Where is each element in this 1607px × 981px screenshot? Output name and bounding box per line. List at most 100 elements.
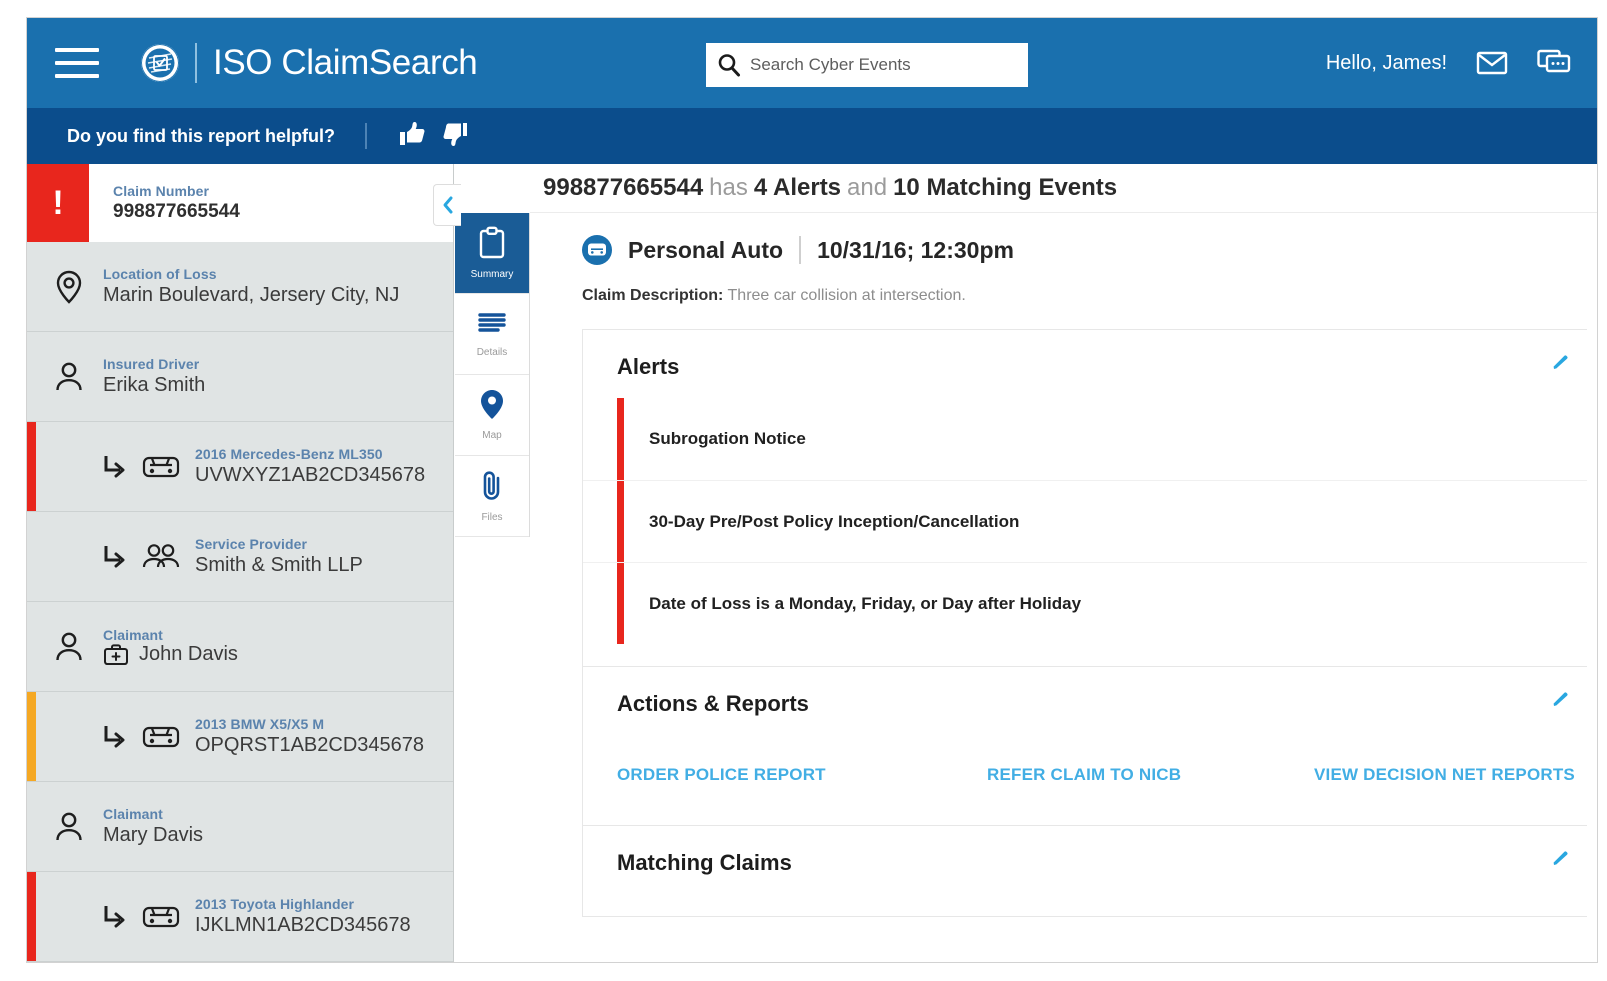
person-icon	[49, 361, 89, 393]
subitem-arrow-icon	[101, 543, 135, 571]
section-tab-rail: Summary Details Map	[455, 213, 530, 537]
thumbs-down-icon[interactable]	[441, 120, 471, 153]
tab-label: Map	[482, 430, 501, 441]
claim-description: Claim Description: Three car collision a…	[582, 287, 1587, 305]
chevron-left-icon	[441, 195, 455, 215]
headline-and: and	[847, 174, 887, 202]
person-icon	[49, 811, 89, 843]
alert-text: Date of Loss is a Monday, Friday, or Day…	[649, 594, 1081, 614]
claim-number-header[interactable]: ! Claim Number 998877665544	[27, 164, 453, 242]
subitem-arrow-icon	[101, 453, 135, 481]
row-stripe	[27, 782, 36, 871]
sidebar-row-vehicle-mercedes[interactable]: 2016 Mercedes-Benz ML350 UVWXYZ1AB2CD345…	[27, 422, 453, 512]
matching-claims-card-title: Matching Claims	[617, 850, 792, 876]
subitem-arrow-icon	[101, 723, 135, 751]
claim-description-label: Claim Description:	[582, 287, 723, 304]
feedback-divider	[365, 123, 367, 149]
sidebar-collapse-button[interactable]	[433, 184, 461, 226]
row-label: 2013 Toyota Highlander	[195, 896, 443, 912]
tab-map[interactable]: Map	[455, 375, 529, 456]
sidebar-row-vehicle-toyota[interactable]: 2013 Toyota Highlander IJKLMN1AB2CD34567…	[27, 872, 453, 962]
claim-headline: 998877665544 has 4 Alerts and 10 Matchin…	[530, 164, 1597, 213]
headline-alerts-count: 4 Alerts	[754, 174, 841, 202]
actions-links-row: ORDER POLICE REPORT REFER CLAIM TO NICB …	[583, 735, 1587, 825]
alerts-card: Alerts Subrogation Notice	[582, 329, 1587, 667]
main-content: 998877665544 has 4 Alerts and 10 Matchin…	[530, 164, 1597, 962]
row-stripe	[27, 242, 36, 331]
row-value: Erika Smith	[103, 374, 443, 397]
refer-claim-to-nicb-link[interactable]: REFER CLAIM TO NICB	[987, 765, 1314, 785]
pencil-icon[interactable]	[1551, 850, 1569, 873]
headline-has: has	[709, 174, 748, 202]
alert-item[interactable]: Date of Loss is a Monday, Friday, or Day…	[583, 562, 1587, 644]
row-value: OPQRST1AB2CD345678	[195, 734, 443, 757]
row-stripe	[27, 602, 36, 691]
location-pin-icon	[49, 269, 89, 305]
clipboard-icon	[477, 226, 507, 265]
row-stripe-warning	[27, 692, 36, 781]
chat-icon[interactable]	[1537, 48, 1571, 78]
sidebar-row-insured-driver[interactable]: Insured Driver Erika Smith	[27, 332, 453, 422]
sidebar-row-claimant-john-davis[interactable]: Claimant John Davis	[27, 602, 453, 692]
search-input[interactable]	[750, 55, 1018, 75]
row-stripe-alert	[27, 872, 36, 961]
subitem-arrow-icon	[101, 903, 135, 931]
brand-title: ISO ClaimSearch	[213, 43, 477, 83]
app-window: ISO ClaimSearch Hello, James!	[27, 18, 1597, 962]
car-icon	[141, 452, 181, 482]
mail-icon[interactable]	[1475, 48, 1509, 78]
brand: ISO ClaimSearch	[141, 43, 477, 83]
list-lines-icon	[477, 310, 507, 343]
claim-datetime: 10/31/16; 12:30pm	[817, 237, 1014, 264]
thumbs-up-icon[interactable]	[397, 120, 427, 153]
alert-item[interactable]: Subrogation Notice	[583, 398, 1587, 480]
person-icon	[49, 631, 89, 663]
tab-label: Details	[477, 347, 508, 358]
pencil-icon[interactable]	[1551, 354, 1569, 377]
search-icon	[716, 52, 742, 78]
row-label: 2013 BMW X5/X5 M	[195, 716, 443, 732]
alert-item[interactable]: 30-Day Pre/Post Policy Inception/Cancell…	[583, 480, 1587, 562]
map-pin-icon	[479, 389, 505, 426]
top-bar-right-group: Hello, James!	[1326, 18, 1571, 108]
matching-claims-card: Matching Claims	[582, 826, 1587, 917]
row-stripe	[27, 512, 36, 601]
type-divider	[799, 236, 801, 264]
alert-severity-bar	[617, 398, 624, 480]
row-value: Mary Davis	[103, 824, 443, 847]
alert-text: 30-Day Pre/Post Policy Inception/Cancell…	[649, 512, 1019, 532]
exclamation-icon: !	[27, 164, 89, 242]
headline-events-count: 10 Matching Events	[893, 174, 1117, 202]
people-icon	[141, 542, 181, 572]
pencil-icon[interactable]	[1551, 691, 1569, 714]
row-value: Marin Boulevard, Jersery City, NJ	[103, 284, 443, 307]
car-icon	[141, 722, 181, 752]
search-box[interactable]	[706, 43, 1028, 87]
row-label: 2016 Mercedes-Benz ML350	[195, 446, 443, 462]
claim-type-row: Personal Auto 10/31/16; 12:30pm	[582, 235, 1587, 265]
sidebar-row-claimant-mary-davis[interactable]: Claimant Mary Davis	[27, 782, 453, 872]
tab-label: Summary	[471, 269, 514, 280]
tab-summary[interactable]: Summary	[455, 213, 529, 294]
browser-frame: ISO ClaimSearch Hello, James!	[0, 0, 1607, 981]
tab-files[interactable]: Files	[455, 456, 529, 537]
tab-details[interactable]: Details	[455, 294, 529, 375]
body-area: ! Claim Number 998877665544 Location of …	[27, 164, 1597, 962]
alert-severity-bar	[617, 481, 624, 562]
sidebar-row-vehicle-bmw[interactable]: 2013 BMW X5/X5 M OPQRST1AB2CD345678	[27, 692, 453, 782]
row-value: Smith & Smith LLP	[195, 554, 443, 577]
row-value: IJKLMN1AB2CD345678	[195, 914, 443, 937]
row-value: UVWXYZ1AB2CD345678	[195, 464, 443, 487]
row-label: Claimant	[103, 806, 443, 822]
feedback-question: Do you find this report helpful?	[67, 126, 335, 147]
row-value: John Davis	[139, 643, 238, 666]
order-police-report-link[interactable]: ORDER POLICE REPORT	[617, 765, 987, 785]
alert-severity-bar	[617, 563, 624, 644]
tab-label: Files	[481, 512, 502, 523]
sidebar-row-service-provider[interactable]: Service Provider Smith & Smith LLP	[27, 512, 453, 602]
user-greeting: Hello, James!	[1326, 52, 1447, 75]
view-decision-net-reports-link[interactable]: VIEW DECISION NET REPORTS	[1314, 765, 1575, 785]
car-icon	[141, 902, 181, 932]
sidebar-row-location-of-loss[interactable]: Location of Loss Marin Boulevard, Jerser…	[27, 242, 453, 332]
hamburger-menu-icon[interactable]	[55, 48, 99, 78]
